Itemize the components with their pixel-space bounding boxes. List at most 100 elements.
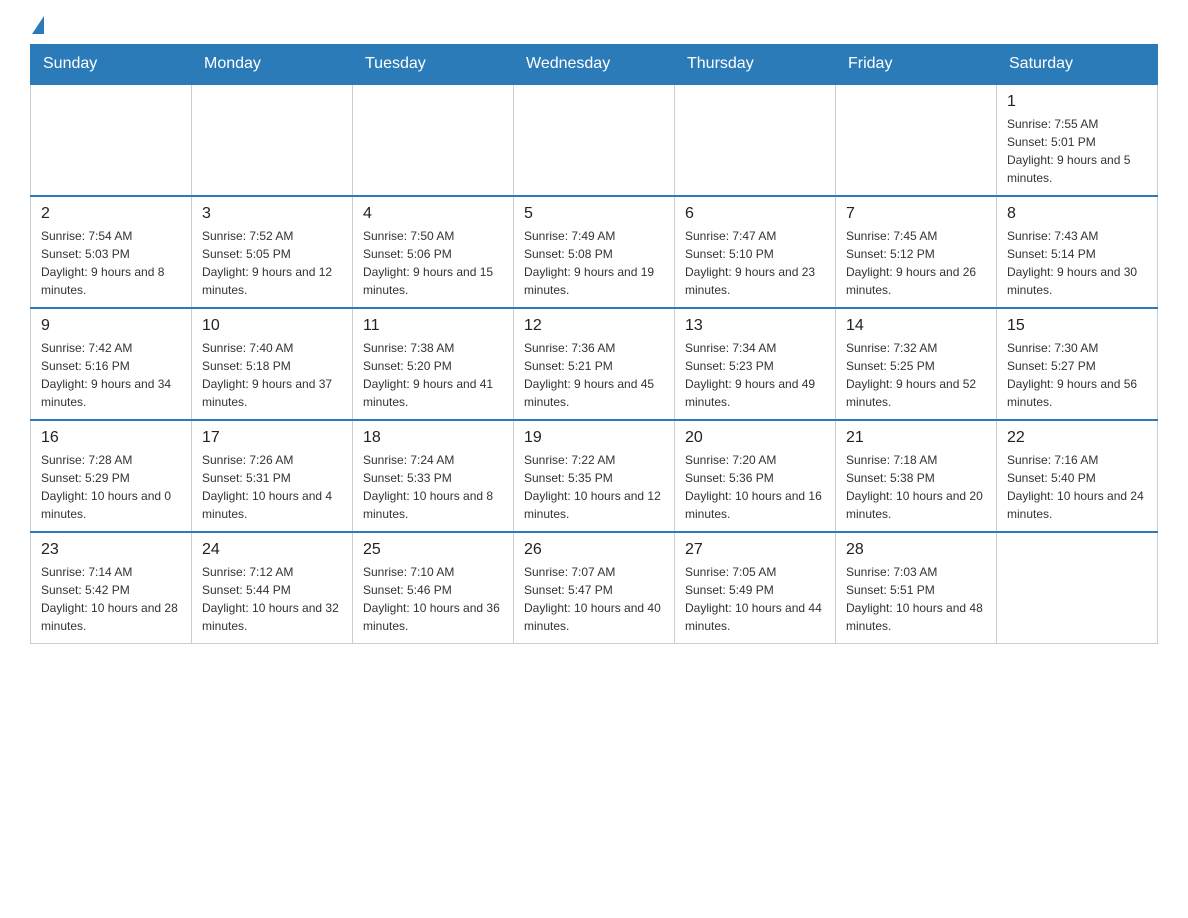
day-number: 24 [202,541,342,559]
day-number: 27 [685,541,825,559]
day-info: Sunrise: 7:42 AMSunset: 5:16 PMDaylight:… [41,339,181,411]
day-info: Sunrise: 7:10 AMSunset: 5:46 PMDaylight:… [363,563,503,635]
col-tuesday: Tuesday [353,45,514,85]
day-info: Sunrise: 7:55 AMSunset: 5:01 PMDaylight:… [1007,115,1147,187]
day-number: 22 [1007,429,1147,447]
day-info: Sunrise: 7:05 AMSunset: 5:49 PMDaylight:… [685,563,825,635]
day-info: Sunrise: 7:22 AMSunset: 5:35 PMDaylight:… [524,451,664,523]
day-number: 12 [524,317,664,335]
page-header [30,20,1158,34]
logo-triangle-icon [32,16,44,34]
day-info: Sunrise: 7:36 AMSunset: 5:21 PMDaylight:… [524,339,664,411]
day-number: 19 [524,429,664,447]
day-info: Sunrise: 7:49 AMSunset: 5:08 PMDaylight:… [524,227,664,299]
calendar-cell [353,84,514,196]
calendar-cell: 10 Sunrise: 7:40 AMSunset: 5:18 PMDayligh… [192,308,353,420]
day-number: 18 [363,429,503,447]
calendar-cell [997,532,1158,644]
day-number: 25 [363,541,503,559]
calendar-header-row: Sunday Monday Tuesday Wednesday Thursday… [31,45,1158,85]
calendar-cell: 23 Sunrise: 7:14 AMSunset: 5:42 PMDayligh… [31,532,192,644]
day-number: 16 [41,429,181,447]
day-info: Sunrise: 7:54 AMSunset: 5:03 PMDaylight:… [41,227,181,299]
col-sunday: Sunday [31,45,192,85]
day-info: Sunrise: 7:18 AMSunset: 5:38 PMDaylight:… [846,451,986,523]
day-info: Sunrise: 7:43 AMSunset: 5:14 PMDaylight:… [1007,227,1147,299]
day-info: Sunrise: 7:12 AMSunset: 5:44 PMDaylight:… [202,563,342,635]
day-info: Sunrise: 7:07 AMSunset: 5:47 PMDaylight:… [524,563,664,635]
day-number: 17 [202,429,342,447]
calendar-cell: 15Sunrise: 7:30 AMSunset: 5:27 PMDayligh… [997,308,1158,420]
day-number: 20 [685,429,825,447]
calendar-cell: 11 Sunrise: 7:38 AMSunset: 5:20 PMDayligh… [353,308,514,420]
calendar-cell: 2 Sunrise: 7:54 AMSunset: 5:03 PMDaylight… [31,196,192,308]
calendar-cell: 3 Sunrise: 7:52 AMSunset: 5:05 PMDaylight… [192,196,353,308]
day-number: 3 [202,205,342,223]
calendar-cell [675,84,836,196]
calendar-cell: 16 Sunrise: 7:28 AMSunset: 5:29 PMDayligh… [31,420,192,532]
day-number: 23 [41,541,181,559]
day-number: 28 [846,541,986,559]
calendar-cell: 17Sunrise: 7:26 AMSunset: 5:31 PMDayligh… [192,420,353,532]
calendar-cell: 6 Sunrise: 7:47 AMSunset: 5:10 PMDaylight… [675,196,836,308]
col-friday: Friday [836,45,997,85]
day-info: Sunrise: 7:16 AMSunset: 5:40 PMDaylight:… [1007,451,1147,523]
day-number: 21 [846,429,986,447]
calendar-cell: 24 Sunrise: 7:12 AMSunset: 5:44 PMDayligh… [192,532,353,644]
day-number: 15 [1007,317,1147,335]
day-number: 7 [846,205,986,223]
calendar-table: Sunday Monday Tuesday Wednesday Thursday… [30,44,1158,644]
day-number: 10 [202,317,342,335]
day-number: 26 [524,541,664,559]
day-number: 5 [524,205,664,223]
calendar-week-row: 2 Sunrise: 7:54 AMSunset: 5:03 PMDaylight… [31,196,1158,308]
calendar-week-row: 23 Sunrise: 7:14 AMSunset: 5:42 PMDayligh… [31,532,1158,644]
day-info: Sunrise: 7:34 AMSunset: 5:23 PMDaylight:… [685,339,825,411]
calendar-cell: 1 Sunrise: 7:55 AMSunset: 5:01 PMDaylight… [997,84,1158,196]
day-number: 2 [41,205,181,223]
calendar-cell: 12 Sunrise: 7:36 AMSunset: 5:21 PMDayligh… [514,308,675,420]
col-thursday: Thursday [675,45,836,85]
day-info: Sunrise: 7:52 AMSunset: 5:05 PMDaylight:… [202,227,342,299]
day-info: Sunrise: 7:45 AMSunset: 5:12 PMDaylight:… [846,227,986,299]
calendar-cell: 22 Sunrise: 7:16 AMSunset: 5:40 PMDayligh… [997,420,1158,532]
col-monday: Monday [192,45,353,85]
day-info: Sunrise: 7:50 AMSunset: 5:06 PMDaylight:… [363,227,503,299]
calendar-cell: 18 Sunrise: 7:24 AMSunset: 5:33 PMDayligh… [353,420,514,532]
calendar-cell [31,84,192,196]
day-info: Sunrise: 7:40 AMSunset: 5:18 PMDaylight:… [202,339,342,411]
calendar-cell [836,84,997,196]
day-info: Sunrise: 7:47 AMSunset: 5:10 PMDaylight:… [685,227,825,299]
day-info: Sunrise: 7:03 AMSunset: 5:51 PMDaylight:… [846,563,986,635]
col-wednesday: Wednesday [514,45,675,85]
calendar-cell: 26 Sunrise: 7:07 AMSunset: 5:47 PMDayligh… [514,532,675,644]
calendar-cell: 5 Sunrise: 7:49 AMSunset: 5:08 PMDaylight… [514,196,675,308]
calendar-cell: 25 Sunrise: 7:10 AMSunset: 5:46 PMDayligh… [353,532,514,644]
calendar-cell: 28 Sunrise: 7:03 AMSunset: 5:51 PMDayligh… [836,532,997,644]
logo [30,20,44,34]
calendar-cell: 8Sunrise: 7:43 AMSunset: 5:14 PMDaylight… [997,196,1158,308]
day-number: 11 [363,317,503,335]
day-info: Sunrise: 7:14 AMSunset: 5:42 PMDaylight:… [41,563,181,635]
day-number: 9 [41,317,181,335]
calendar-cell: 20 Sunrise: 7:20 AMSunset: 5:36 PMDayligh… [675,420,836,532]
day-info: Sunrise: 7:32 AMSunset: 5:25 PMDaylight:… [846,339,986,411]
day-number: 6 [685,205,825,223]
calendar-cell: 4 Sunrise: 7:50 AMSunset: 5:06 PMDaylight… [353,196,514,308]
day-number: 4 [363,205,503,223]
day-number: 14 [846,317,986,335]
day-info: Sunrise: 7:24 AMSunset: 5:33 PMDaylight:… [363,451,503,523]
day-info: Sunrise: 7:38 AMSunset: 5:20 PMDaylight:… [363,339,503,411]
day-number: 13 [685,317,825,335]
calendar-week-row: 16 Sunrise: 7:28 AMSunset: 5:29 PMDayligh… [31,420,1158,532]
col-saturday: Saturday [997,45,1158,85]
day-number: 1 [1007,93,1147,111]
calendar-cell [514,84,675,196]
day-info: Sunrise: 7:20 AMSunset: 5:36 PMDaylight:… [685,451,825,523]
calendar-cell [192,84,353,196]
calendar-cell: 13 Sunrise: 7:34 AMSunset: 5:23 PMDayligh… [675,308,836,420]
calendar-cell: 9 Sunrise: 7:42 AMSunset: 5:16 PMDaylight… [31,308,192,420]
day-info: Sunrise: 7:28 AMSunset: 5:29 PMDaylight:… [41,451,181,523]
calendar-week-row: 1 Sunrise: 7:55 AMSunset: 5:01 PMDaylight… [31,84,1158,196]
calendar-cell: 7 Sunrise: 7:45 AMSunset: 5:12 PMDaylight… [836,196,997,308]
